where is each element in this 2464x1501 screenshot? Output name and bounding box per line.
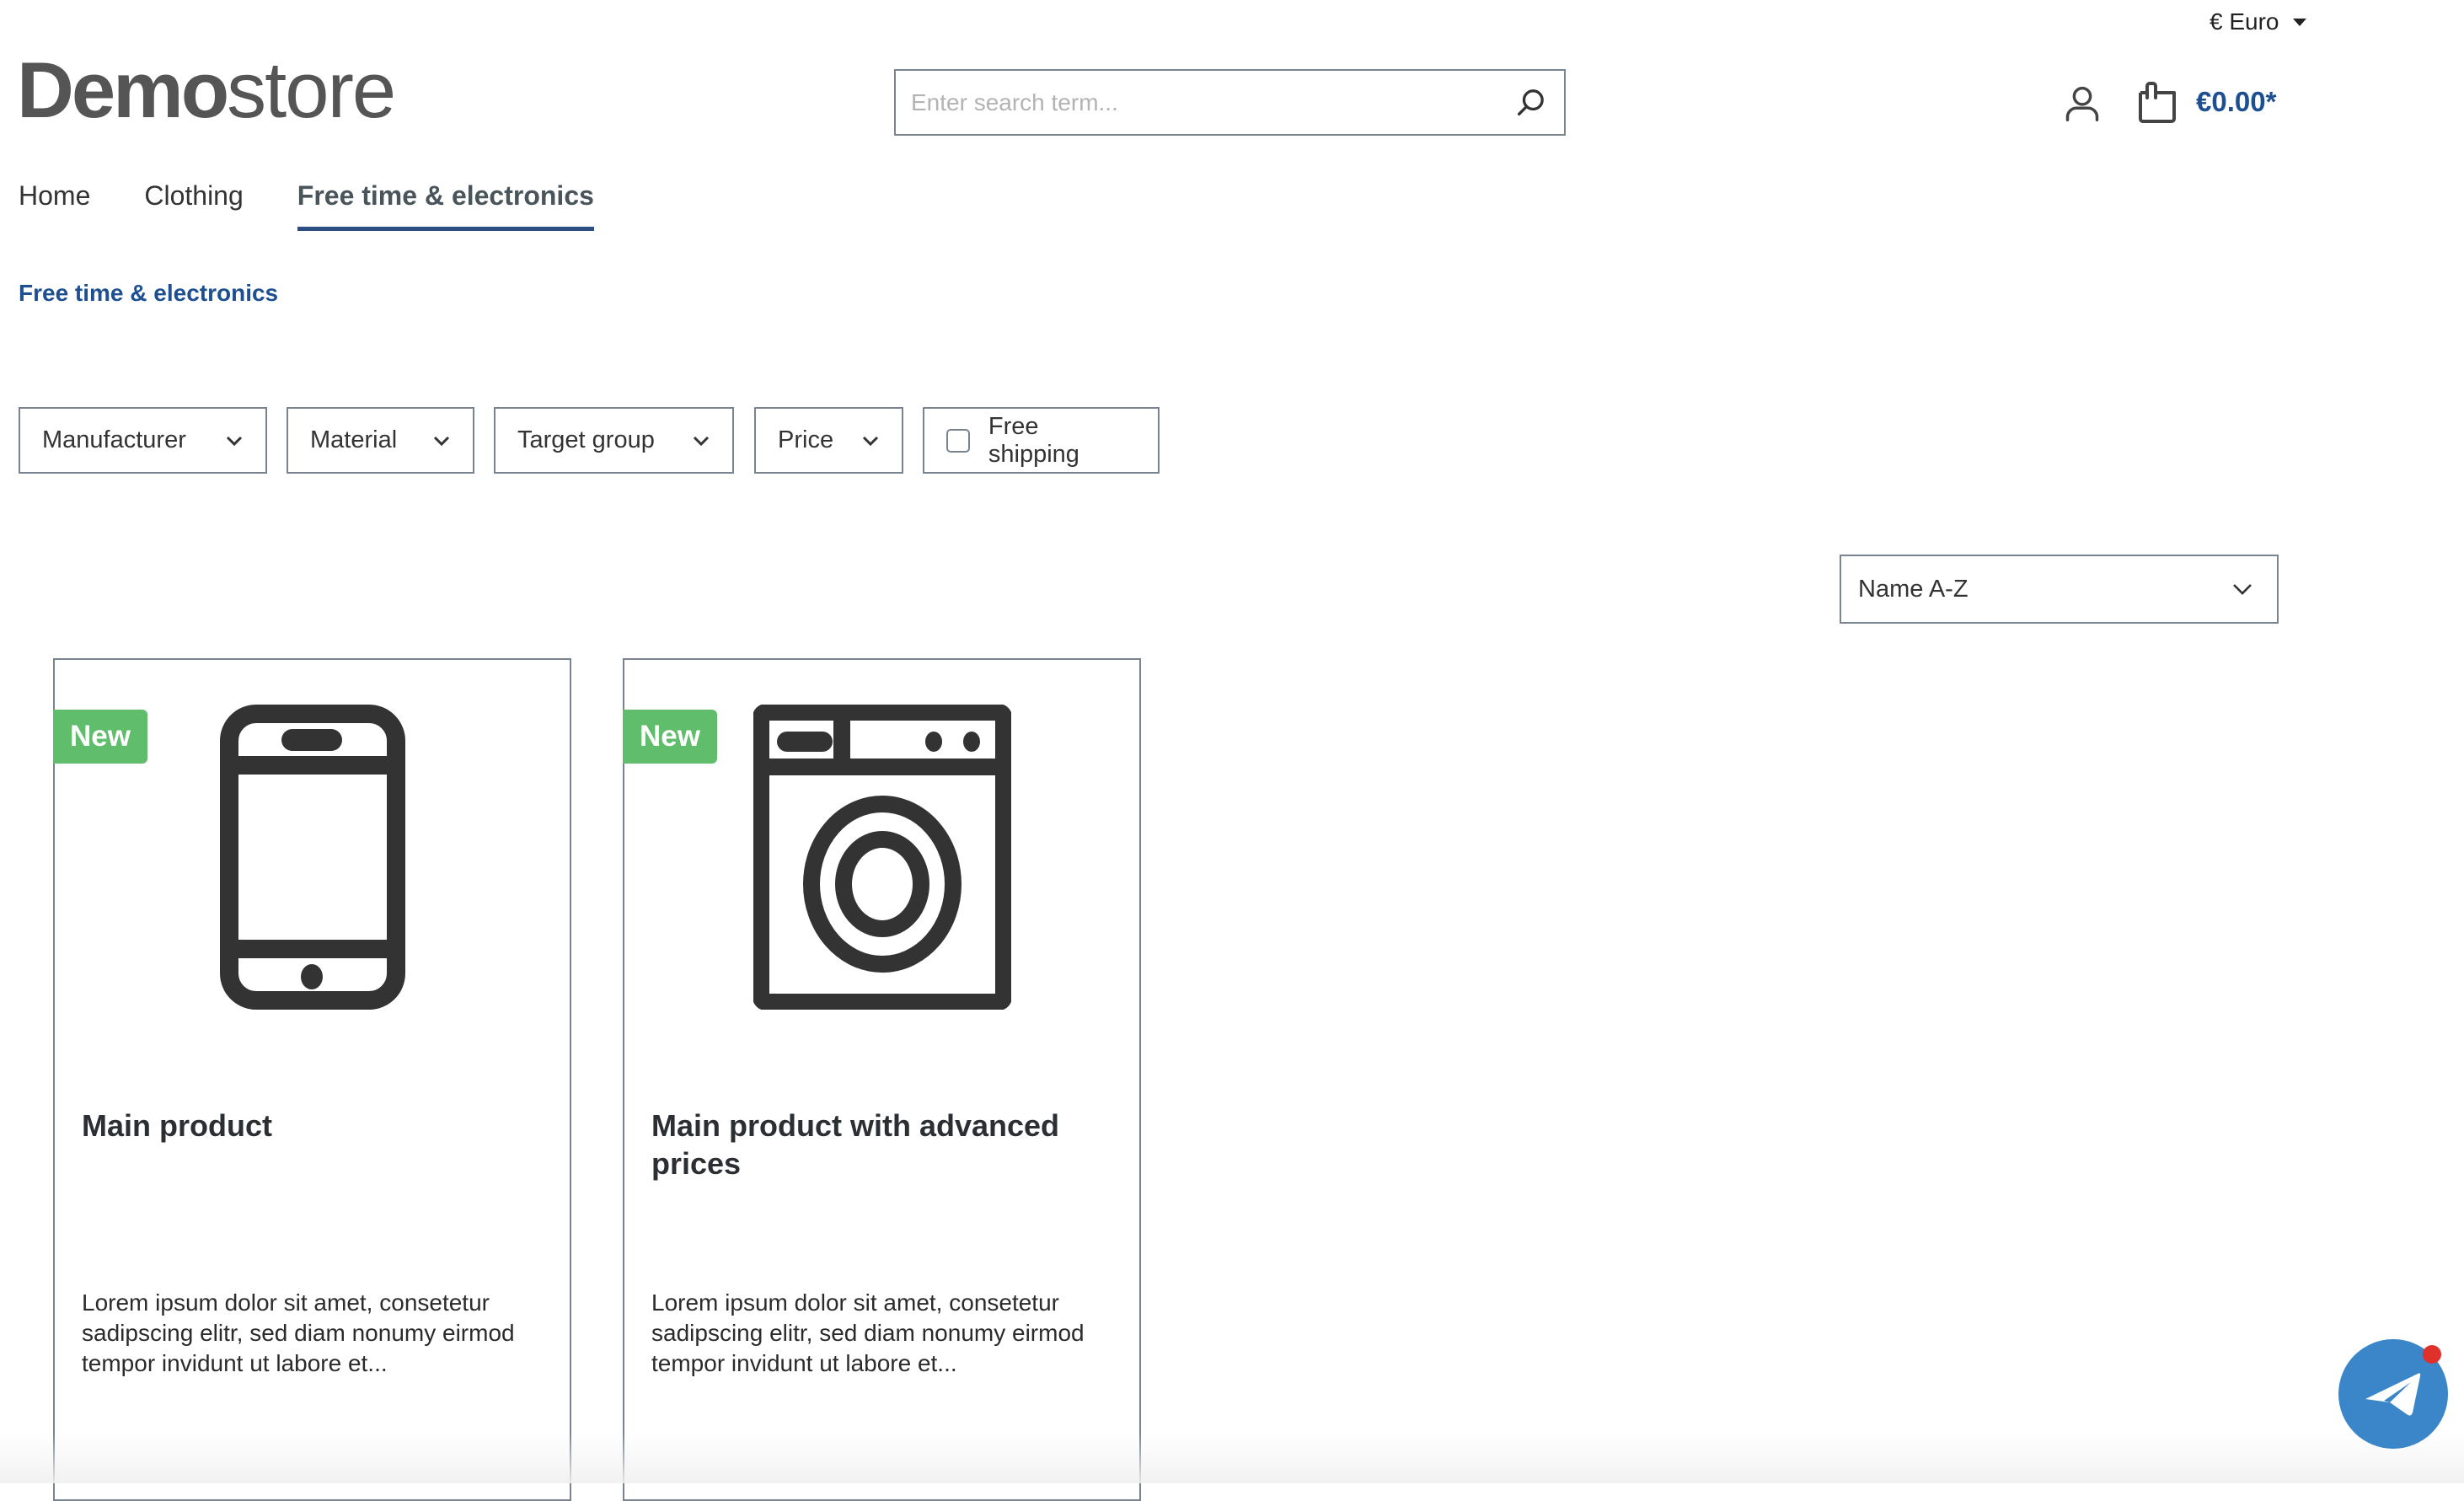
search-icon [1518, 88, 1544, 115]
product-title[interactable]: Main product with advanced prices [651, 1107, 1112, 1182]
free-shipping-checkbox[interactable] [946, 428, 970, 453]
chevron-down-icon [692, 435, 710, 447]
nav-item-home[interactable]: Home [19, 180, 90, 231]
search-input[interactable] [896, 71, 1497, 134]
search-button[interactable] [1497, 71, 1564, 134]
product-title[interactable]: Main product [82, 1107, 543, 1145]
filter-label: Free shipping [988, 412, 1079, 468]
sort-selected-value: Name A-Z [1858, 575, 1969, 603]
breadcrumb[interactable]: Free time & electronics [19, 280, 278, 307]
filter-target-group[interactable]: Target group [494, 407, 734, 474]
user-icon [2065, 86, 2099, 121]
filter-label: Price [778, 426, 834, 453]
filter-label: Material [310, 426, 398, 453]
logo-light-part: store [227, 46, 396, 134]
product-image[interactable] [55, 705, 570, 1010]
product-card: New Main product Lorem ipsum dolor sit a… [53, 658, 571, 1501]
filter-material[interactable]: Material [287, 407, 474, 474]
chevron-down-icon [432, 435, 451, 447]
smartphone-icon [219, 705, 405, 1010]
nav-item-clothing[interactable]: Clothing [144, 180, 243, 231]
notification-dot [2423, 1345, 2441, 1364]
shopping-bag-icon [2139, 82, 2176, 123]
cart-button[interactable]: €0.00* [2137, 81, 2276, 123]
cart-total: €0.00* [2196, 86, 2277, 117]
search-form [894, 69, 1566, 136]
currency-switcher[interactable]: € Euro [2210, 8, 2306, 35]
washing-machine-icon [753, 705, 1011, 1010]
caret-down-icon [2292, 18, 2306, 26]
store-logo[interactable]: Demostore [17, 51, 396, 130]
chevron-down-icon [225, 435, 244, 447]
account-button[interactable] [2061, 83, 2103, 125]
logo-bold-part: Demo [17, 46, 229, 134]
telegram-plane-icon [2365, 1373, 2421, 1416]
filter-free-shipping[interactable]: Free shipping [923, 407, 1160, 474]
product-description: Lorem ipsum dolor sit amet, consetetur s… [82, 1289, 515, 1376]
currency-label: € Euro [2210, 8, 2279, 35]
filter-label: Manufacturer [42, 426, 186, 453]
sort-select[interactable]: Name A-Z [1840, 555, 2279, 624]
product-image[interactable] [624, 705, 1139, 1010]
chevron-down-icon [861, 435, 880, 447]
nav-item-free-time-electronics[interactable]: Free time & electronics [297, 180, 594, 231]
chevron-down-icon [2231, 582, 2253, 596]
filter-label: Target group [517, 426, 655, 453]
product-card: New Main product with advanced prices Lo… [623, 658, 1141, 1501]
product-description: Lorem ipsum dolor sit amet, consetetur s… [651, 1289, 1085, 1376]
filter-price[interactable]: Price [754, 407, 903, 474]
filter-manufacturer[interactable]: Manufacturer [19, 407, 267, 474]
main-navigation: Home Clothing Free time & electronics [19, 180, 648, 231]
